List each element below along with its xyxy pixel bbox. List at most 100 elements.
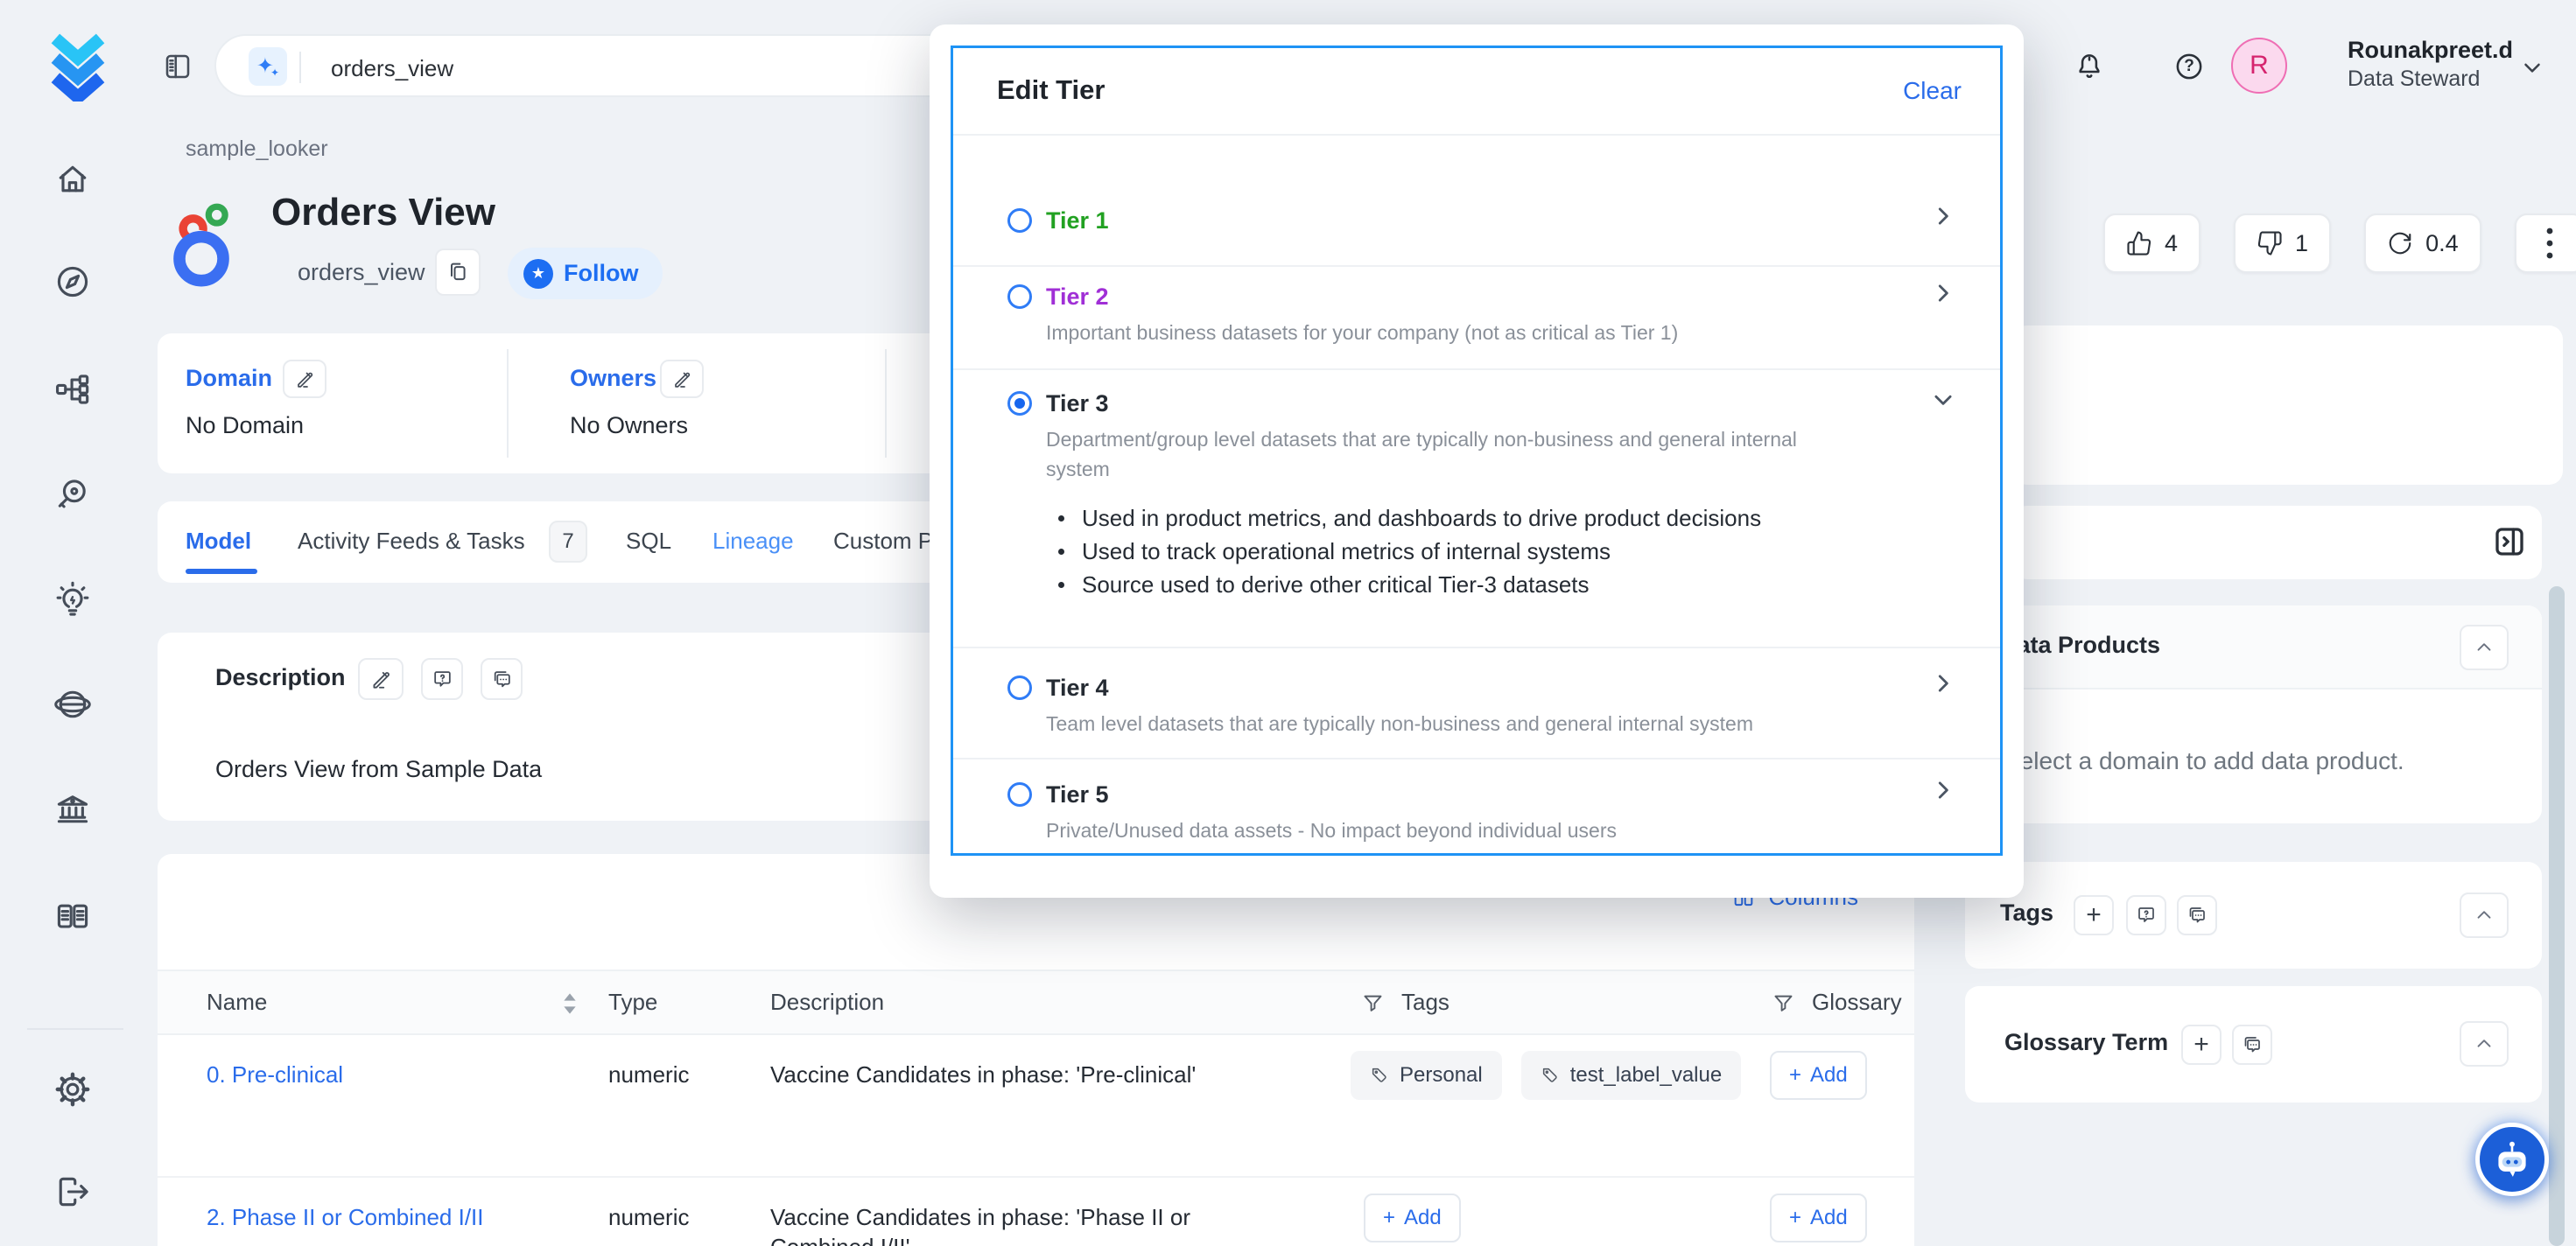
copy-name-button[interactable] [435,248,481,296]
chatbot-fab[interactable] [2475,1123,2549,1196]
add-tag-button[interactable]: +Add [1364,1194,1461,1242]
panel-toggle-button[interactable] [162,51,193,82]
edit-owners-button[interactable] [660,360,704,398]
tab-sql[interactable]: SQL [626,528,671,555]
chevron-down-icon[interactable] [1930,387,1956,413]
owners-link[interactable]: Owners [570,365,656,392]
header-glossary: Glossary [1812,989,1902,1016]
collapse-panel-button[interactable] [2491,523,2528,560]
upvote-button[interactable]: 4 [2103,214,2200,273]
sidebar-item-lineage[interactable] [45,361,101,417]
bell-icon [2073,50,2106,83]
follow-star-icon: ★ [523,259,553,289]
breadcrumb[interactable]: sample_looker [186,136,328,162]
glossary-comments-button[interactable] [2232,1025,2272,1065]
sidebar-item-glossary[interactable] [45,889,101,945]
description-label: Description [215,664,346,691]
plus-icon: + [1789,1063,1801,1088]
tier-option-3[interactable]: Tier 3 Department/group level datasets t… [953,368,2000,647]
sidebar-item-governance[interactable] [45,781,101,837]
tier-option-5[interactable]: Tier 5 Private/Unused data assets - No i… [953,758,2000,858]
robot-icon [2489,1137,2535,1182]
tier-option-2[interactable]: Tier 2 Important business datasets for y… [953,265,2000,368]
magnifier-eye-icon [53,475,92,514]
overview-empty-card [2013,326,2563,485]
collapse-data-products-button[interactable] [2460,625,2509,670]
tags-comments-button[interactable] [2177,895,2217,935]
app-logo[interactable] [44,32,112,102]
refresh-icon [2387,230,2413,256]
sidebar-item-web[interactable] [45,676,101,732]
description-comments-button[interactable] [481,658,523,700]
header-name[interactable]: Name [207,989,267,1016]
help-button[interactable]: ? [2172,50,2206,83]
tab-custom[interactable]: Custom P [833,528,933,555]
tier-3-radio[interactable] [1007,391,1032,416]
column-name-link[interactable]: 2. Phase II or Combined I/II [207,1204,484,1231]
owners-value: No Owners [570,412,688,439]
right-panel-header [2013,506,2542,579]
data-products-empty-text: Select a domain to add data product. [2004,747,2404,775]
add-glossary-term-button[interactable]: + [2181,1025,2222,1065]
tab-activity[interactable]: Activity Feeds & Tasks [298,528,525,555]
search-input-value[interactable]: orders_view [331,55,453,82]
table-row: 0. Pre-clinical numeric Vaccine Candidat… [158,1035,1914,1178]
comment-question-icon [432,668,453,690]
edit-description-button[interactable] [358,658,404,700]
edit-domain-button[interactable] [283,360,326,398]
add-glossary-button[interactable]: +Add [1770,1194,1867,1242]
tier-5-radio[interactable] [1007,782,1032,807]
sidebar-divider [27,1028,123,1030]
notifications-button[interactable] [2073,50,2106,83]
filter-tags-icon[interactable] [1361,991,1385,1015]
description-question-button[interactable] [421,658,463,700]
downvote-button[interactable]: 1 [2234,214,2331,273]
sidebar-item-home[interactable] [45,151,101,207]
domain-link[interactable]: Domain [186,365,272,392]
tags-question-button[interactable] [2126,895,2166,935]
add-glossary-button[interactable]: +Add [1770,1051,1867,1100]
tab-lineage[interactable]: Lineage [712,528,794,555]
tier-option-1[interactable]: Tier 1 [953,134,2000,265]
tags-section: Tags + [1965,862,2542,969]
sidebar-item-profiling[interactable] [45,466,101,522]
user-menu[interactable]: Rounakpreet.d Data Steward [2348,35,2513,93]
sidebar-item-insights[interactable] [45,571,101,627]
chevron-right-icon[interactable] [1930,777,1956,803]
column-name-link[interactable]: 0. Pre-clinical [207,1061,343,1088]
sidebar-item-settings[interactable] [45,1061,101,1117]
tier-4-radio[interactable] [1007,676,1032,700]
data-products-title: Data Products [2000,632,2160,659]
tier-1-radio[interactable] [1007,208,1032,233]
columns-table-card: Columns Name Type Description Tags Gloss… [158,854,1914,1246]
collapse-tags-button[interactable] [2460,892,2509,938]
edit-tier-modal: Edit Tier Clear Tier 1 Tier 2 Important … [951,46,2003,856]
sort-icon[interactable] [560,990,579,1017]
chevron-right-icon[interactable] [1930,670,1956,696]
more-actions-button[interactable] [2515,214,2576,273]
tier-option-4[interactable]: Tier 4 Team level datasets that are typi… [953,647,2000,758]
header-tags: Tags [1401,989,1449,1016]
freshness-button[interactable]: 0.4 [2364,214,2481,273]
tier-2-radio[interactable] [1007,284,1032,309]
meta-divider-1 [507,349,509,458]
open-book-icon [53,898,92,936]
user-menu-expand[interactable] [2519,54,2545,80]
collapse-glossary-button[interactable] [2460,1021,2509,1067]
chevron-right-icon[interactable] [1930,203,1956,229]
clear-tier-button[interactable]: Clear [1903,77,1962,105]
tag-chip[interactable]: Personal [1351,1051,1502,1100]
scrollbar[interactable] [2549,586,2565,1246]
edit-tier-popover: Edit Tier Clear Tier 1 Tier 2 Important … [930,24,2024,898]
tag-chip[interactable]: test_label_value [1521,1051,1741,1100]
filter-glossary-icon[interactable] [1772,991,1795,1015]
tier-3-label: Tier 3 [1046,389,1109,417]
chevron-right-icon[interactable] [1930,280,1956,306]
add-tags-button[interactable]: + [2074,895,2114,935]
avatar[interactable]: R [2231,38,2287,94]
sidebar-item-logout[interactable] [45,1164,101,1220]
gear-icon [53,1070,92,1109]
follow-button[interactable]: ★ Follow [508,248,663,299]
tab-model[interactable]: Model [186,528,251,555]
sidebar-item-discover[interactable] [45,254,101,310]
